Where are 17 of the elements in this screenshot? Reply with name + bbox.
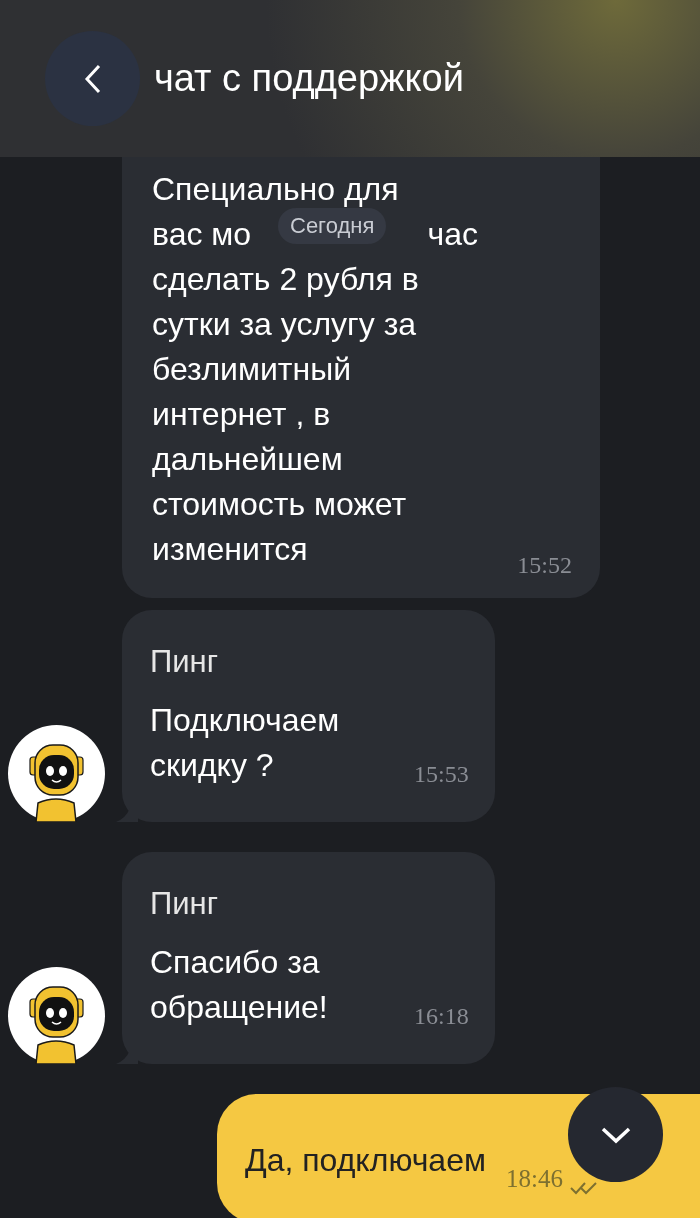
chat-title: чат с поддержкой: [154, 56, 464, 101]
message-time: 15:53: [414, 760, 469, 789]
message-text: час: [427, 215, 478, 254]
message-text: Подключаем скидку ?: [150, 701, 341, 785]
message-time: 15:52: [517, 551, 572, 580]
message-text: Да, подключаем: [245, 1141, 486, 1180]
message-time: 18:46: [505, 1163, 563, 1194]
message-text: вас мо: [152, 215, 252, 254]
back-icon: [83, 62, 102, 95]
date-pill: Сегодня: [278, 208, 387, 244]
message-text: сделать 2 рубля в сутки за услугу за безлимитный интернет , в дальнейшем стоимость может изменится: [152, 260, 420, 569]
message-text: Спасибо за обращение!: [150, 943, 329, 1027]
message-time: 16:18: [414, 1002, 469, 1031]
sender-name: Пинг: [150, 643, 220, 681]
chevron-down-icon: [599, 1125, 632, 1144]
sender-name: Пинг: [150, 885, 220, 923]
message-text: Специально для: [152, 170, 400, 209]
